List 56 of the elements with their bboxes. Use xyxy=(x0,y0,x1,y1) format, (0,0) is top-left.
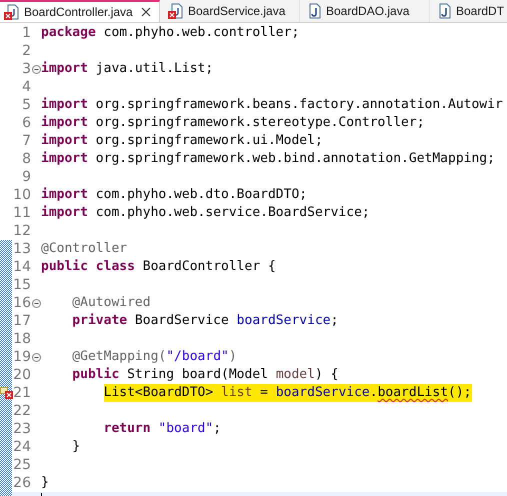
line-number: 24 xyxy=(13,438,31,456)
line-number: 25 xyxy=(13,456,31,474)
editor-tab[interactable]: BoardController.java xyxy=(0,0,160,22)
editor-tab[interactable]: BoardService.java xyxy=(160,0,300,22)
line-number: 4 xyxy=(22,78,31,96)
line-number: 3 xyxy=(22,60,31,78)
java-file-icon xyxy=(438,3,452,19)
code-line: public class BoardController { xyxy=(41,258,276,276)
code-line: import java.util.List; xyxy=(41,60,214,78)
code-line: return "board"; xyxy=(102,420,222,438)
code-line: private BoardService boardService; xyxy=(71,312,338,330)
code-line: import com.phyho.web.service.BoardService; xyxy=(41,204,370,222)
code-line: import org.springframework.web.bind.annotation.GetMapping; xyxy=(41,150,495,168)
line-number: 7 xyxy=(22,132,31,150)
line-number: 17 xyxy=(13,312,31,330)
collapse-icon[interactable] xyxy=(32,352,40,362)
line-number: 1 xyxy=(22,24,31,42)
error-file-icon xyxy=(168,3,184,19)
line-number: 5 xyxy=(22,96,31,114)
line-number: 21 xyxy=(13,384,31,402)
line-number: 6 xyxy=(22,114,31,132)
java-file-icon xyxy=(308,3,322,19)
collapse-icon[interactable] xyxy=(32,64,40,74)
code-line: package com.phyho.web.controller; xyxy=(41,24,300,42)
line-number: 11 xyxy=(13,204,31,222)
line-number: 9 xyxy=(22,168,31,186)
code-line: import org.springframework.ui.Model; xyxy=(41,132,323,150)
line-number: 10 xyxy=(13,186,31,204)
editor-tab[interactable]: BoardDT xyxy=(430,0,507,22)
code-line: import org.springframework.beans.factory.annotation.Autowir xyxy=(41,96,503,114)
line-number: 20 xyxy=(13,366,31,384)
line-number: 26 xyxy=(13,474,31,492)
line-number: 16 xyxy=(13,294,31,312)
line-number: 22 xyxy=(13,402,31,420)
code-line: import org.springframework.stereotype.Controller; xyxy=(41,114,425,132)
code-line: List<BoardDTO> list = boardService.boardList(); xyxy=(102,384,472,402)
line-number: 19 xyxy=(13,348,31,366)
close-icon[interactable] xyxy=(141,7,151,17)
line-number: 23 xyxy=(13,420,31,438)
line-number: 15 xyxy=(13,276,31,294)
code-line: @Controller xyxy=(41,240,128,258)
code-line: } xyxy=(71,438,80,456)
line-number: 13 xyxy=(13,240,31,258)
code-line: } xyxy=(41,474,49,492)
code-line: public String board(Model model) { xyxy=(71,366,338,384)
collapse-icon[interactable] xyxy=(32,298,40,308)
line-number: 14 xyxy=(13,258,31,276)
code-line: @Autowired xyxy=(71,294,151,312)
editor-tab[interactable]: BoardDAO.java xyxy=(300,0,430,22)
code-line: import com.phyho.web.dto.BoardDTO; xyxy=(41,186,308,204)
line-number: 2 xyxy=(22,42,31,60)
line-number: 8 xyxy=(22,150,31,168)
code-line: @GetMapping("/board") xyxy=(71,348,237,366)
line-number: 18 xyxy=(13,330,31,348)
error-file-icon xyxy=(4,4,20,20)
line-number: 12 xyxy=(13,222,31,240)
